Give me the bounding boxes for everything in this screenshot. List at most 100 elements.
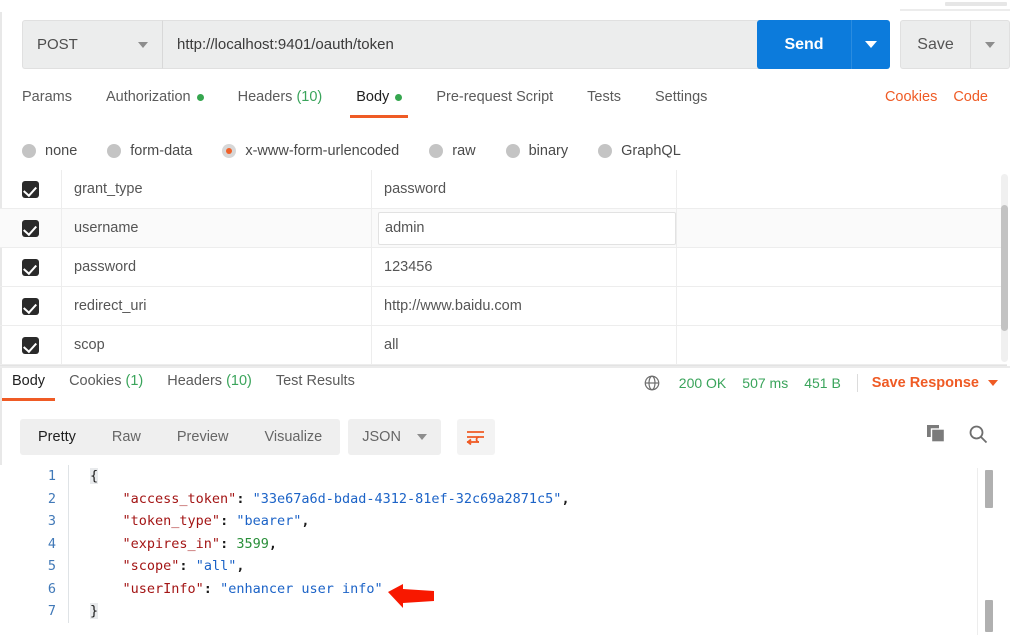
param-value-input[interactable] — [378, 211, 676, 245]
param-enabled-checkbox[interactable] — [22, 219, 39, 237]
radio-unselected-icon — [429, 144, 444, 158]
code-line-text: "userInfo": "enhancer user info" — [80, 581, 383, 597]
save-options-button[interactable] — [970, 20, 1010, 69]
send-button[interactable]: Send — [757, 20, 851, 69]
radio-unselected-icon — [598, 144, 613, 158]
code-token: "userInfo" — [122, 580, 204, 597]
radio-unselected-icon — [22, 144, 36, 158]
chevron-down-icon[interactable] — [988, 380, 998, 386]
body-type-graphql[interactable]: GraphQL — [598, 143, 681, 159]
response-view-preview[interactable]: Preview — [159, 419, 247, 455]
param-key-cell[interactable]: password — [62, 248, 372, 286]
param-key-cell[interactable]: grant_type — [62, 170, 372, 208]
request-tab-pre-request-script[interactable]: Pre-request Script — [436, 86, 553, 118]
code-gutter — [68, 487, 80, 510]
body-type-radio-group: none form-data x-www-form-urlencoded raw bin… — [22, 136, 988, 166]
response-tab-label: Test Results — [275, 373, 355, 389]
word-wrap-button[interactable] — [456, 419, 495, 455]
globe-icon[interactable] — [643, 374, 661, 392]
param-description-cell[interactable] — [677, 326, 1007, 364]
red-arrow-annotation — [388, 584, 434, 608]
response-scrollbar-thumb-lower[interactable] — [985, 600, 993, 632]
send-options-button[interactable] — [851, 20, 890, 69]
body-type-binary[interactable]: binary — [505, 143, 568, 159]
request-tab-authorization[interactable]: Authorization — [106, 86, 204, 118]
response-scrollbar-track[interactable] — [977, 468, 978, 635]
param-description-cell[interactable] — [677, 287, 1007, 325]
code-line-number: 7 — [47, 603, 56, 620]
body-type-raw[interactable]: raw — [429, 143, 476, 159]
param-enabled-checkbox[interactable] — [22, 336, 39, 354]
code-line: 1{ — [0, 465, 1010, 488]
response-tab-test-results[interactable]: Test Results — [276, 371, 355, 401]
modified-indicator-icon — [196, 93, 204, 101]
request-tab-params[interactable]: Params — [22, 86, 72, 118]
param-checkbox-cell — [0, 209, 62, 247]
top-tab-strip — [0, 0, 1010, 12]
http-method-selector[interactable]: POST — [22, 20, 162, 69]
code-line-text: "expires_in": 3599, — [80, 536, 277, 552]
code-line: 4 "expires_in": 3599, — [0, 532, 1010, 555]
request-tab-body[interactable]: Body — [350, 86, 409, 118]
code-gutter — [68, 465, 80, 488]
code-token: "expires_in" — [122, 535, 221, 552]
search-icon[interactable] — [968, 424, 988, 444]
response-view-raw[interactable]: Raw — [94, 419, 159, 455]
response-view-toolbar: Pretty Raw Preview Visualize JSON — [20, 419, 495, 455]
request-scrollbar-thumb[interactable] — [1001, 205, 1008, 331]
response-view-pretty[interactable]: Pretty — [20, 419, 94, 455]
param-value-cell[interactable]: password — [372, 170, 677, 208]
code-token: "token_type" — [122, 513, 221, 530]
response-tab-body[interactable]: Body — [1, 371, 56, 401]
param-description-cell[interactable] — [677, 209, 1007, 247]
request-code-link[interactable]: Code — [953, 89, 988, 105]
request-tab-headers[interactable]: Headers (10) — [238, 86, 323, 118]
param-value-cell[interactable]: 123456 — [372, 248, 677, 286]
body-type-x-www-form-urlencoded[interactable]: x-www-form-urlencoded — [222, 143, 399, 159]
code-line: 2 "access_token": "33e67a6d-bdad-4312-81… — [0, 487, 1010, 510]
send-button-group: Send — [757, 20, 890, 69]
param-key-cell[interactable]: redirect_uri — [62, 287, 372, 325]
code-line-number: 6 — [47, 580, 56, 597]
response-scrollbar-thumb-upper[interactable] — [985, 470, 993, 508]
param-value-cell[interactable]: http://www.baidu.com — [372, 287, 677, 325]
request-tab-tests[interactable]: Tests — [587, 86, 621, 118]
response-tab-cookies[interactable]: Cookies (1) — [69, 371, 143, 401]
param-key-cell[interactable]: scop — [62, 326, 372, 364]
code-token: } — [90, 603, 99, 620]
code-line-number: 2 — [47, 490, 56, 507]
param-description-cell[interactable] — [677, 248, 1007, 286]
response-view-visualize[interactable]: Visualize — [246, 419, 340, 455]
param-value-cell[interactable]: all — [372, 326, 677, 364]
code-gutter — [68, 577, 80, 600]
save-button[interactable]: Save — [900, 20, 970, 69]
tab-strip-remnant — [945, 2, 1007, 6]
param-enabled-checkbox[interactable] — [22, 297, 39, 315]
param-value-cell[interactable] — [372, 209, 677, 247]
param-enabled-checkbox[interactable] — [22, 258, 39, 276]
request-cookies-link[interactable]: Cookies — [885, 89, 937, 105]
response-format-selector[interactable]: JSON — [348, 419, 441, 455]
response-tab-count: (10) — [226, 373, 252, 389]
body-type-form-data[interactable]: form-data — [107, 143, 192, 159]
copy-icon[interactable] — [926, 424, 948, 444]
param-enabled-checkbox[interactable] — [22, 180, 39, 198]
request-tab-settings[interactable]: Settings — [655, 86, 707, 118]
radio-selected-icon — [222, 144, 237, 158]
param-key: scop — [74, 337, 105, 353]
save-response-button[interactable]: Save Response — [872, 375, 979, 391]
body-type-none[interactable]: none — [22, 143, 77, 159]
pane-splitter[interactable] — [0, 366, 1010, 368]
request-tab-label: Pre-request Script — [436, 89, 554, 105]
code-token: : — [203, 580, 221, 597]
response-tab-headers[interactable]: Headers (10) — [167, 371, 252, 401]
response-body-code[interactable]: 1{2 "access_token": "33e67a6d-bdad-4312-… — [0, 465, 1010, 635]
modified-indicator-icon — [395, 93, 403, 101]
param-description-cell[interactable] — [677, 170, 1007, 208]
param-checkbox-cell — [0, 248, 62, 286]
request-tab-label: Params — [22, 89, 72, 105]
param-key-cell[interactable]: username — [62, 209, 372, 247]
request-tab-label: Body — [356, 89, 390, 105]
code-token: : — [179, 558, 196, 575]
